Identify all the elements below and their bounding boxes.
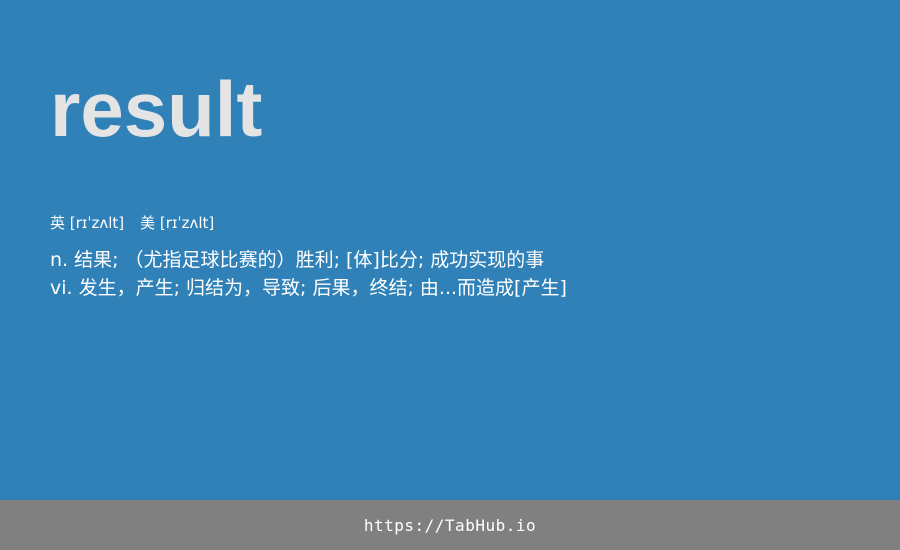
tabhub-link[interactable]: https://TabHub.io [364, 516, 536, 535]
footer-bar: https://TabHub.io [0, 500, 900, 550]
definition-noun: n. 结果; （尤指足球比赛的）胜利; [体]比分; 成功实现的事 [50, 249, 545, 271]
definition-verb: vi. 发生，产生; 归结为，导致; 后果，终结; 由...而造成[产生] [50, 277, 567, 299]
phonetics-row: 英 [rɪˈzʌlt] 美 [rɪˈzʌlt] [50, 213, 214, 233]
phonetic-uk: 英 [rɪˈzʌlt] [50, 214, 125, 232]
definitions: n. 结果; （尤指足球比赛的）胜利; [体]比分; 成功实现的事 vi. 发生… [50, 246, 567, 302]
word-card: result 英 [rɪˈzʌlt] 美 [rɪˈzʌlt] n. 结果; （尤指… [0, 0, 900, 500]
phonetic-us: 美 [rɪˈzʌlt] [140, 214, 215, 232]
headword: result [50, 65, 263, 153]
